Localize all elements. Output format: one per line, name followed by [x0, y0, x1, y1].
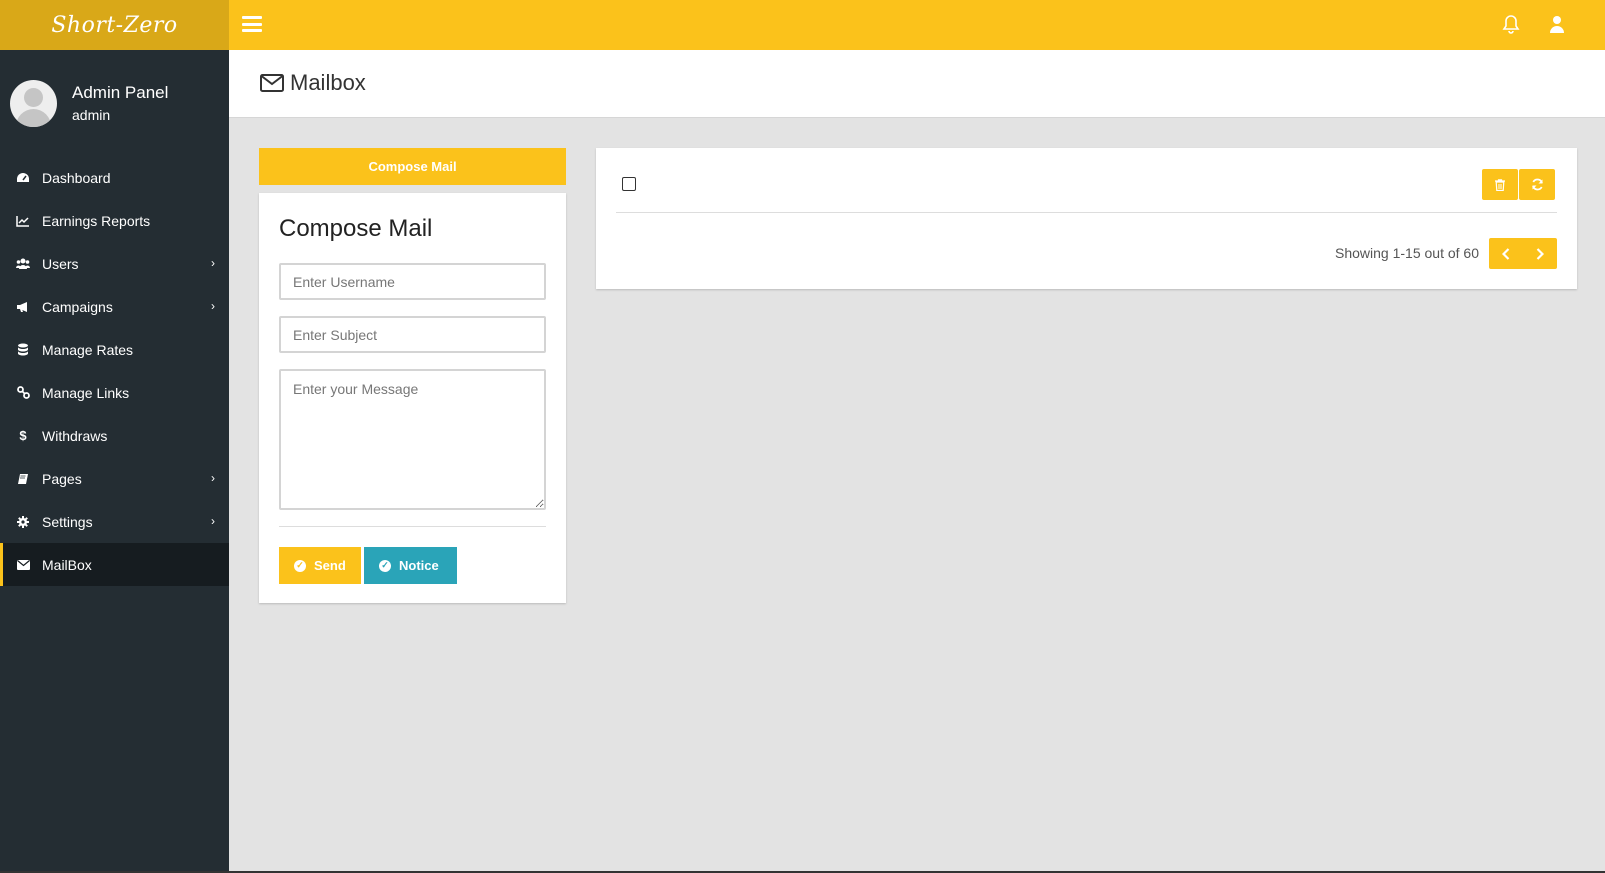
- sidebar-item-withdraws[interactable]: $ Withdraws: [0, 414, 229, 457]
- sidebar-menu: Dashboard Earnings Reports Users › Campa…: [0, 156, 229, 586]
- top-bar: [229, 0, 1605, 50]
- chevron-right-icon: ›: [211, 471, 215, 485]
- message-textarea[interactable]: [279, 369, 546, 510]
- chevron-right-icon: ›: [211, 256, 215, 270]
- sidebar-item-label: Earnings Reports: [42, 212, 151, 229]
- dashboard-icon: [16, 171, 30, 185]
- sidebar-item-earnings-reports[interactable]: Earnings Reports: [0, 199, 229, 242]
- select-all-checkbox[interactable]: [622, 177, 636, 191]
- user-role: admin: [72, 107, 111, 123]
- chevron-right-icon: ›: [211, 514, 215, 528]
- subject-input[interactable]: [279, 316, 546, 353]
- pagination-status: Showing 1-15 out of 60: [1335, 245, 1479, 261]
- sidebar-item-mailbox[interactable]: MailBox: [0, 543, 229, 586]
- sidebar-item-label: Campaigns: [42, 298, 113, 315]
- dollar-icon: $: [19, 428, 27, 443]
- check-circle-icon: ✓: [379, 559, 391, 572]
- brand-name: Short-Zero: [51, 12, 178, 38]
- envelope-outline-icon: [260, 74, 284, 92]
- page-title-text: Mailbox: [290, 70, 366, 95]
- compose-heading: Compose Mail: [279, 215, 433, 242]
- brand-logo[interactable]: Short-Zero: [0, 0, 229, 50]
- envelope-icon: [16, 558, 30, 572]
- notice-button[interactable]: ✓ Notice: [364, 547, 457, 584]
- users-icon: [16, 257, 30, 271]
- sidebar-item-label: Withdraws: [42, 427, 108, 444]
- sidebar-item-campaigns[interactable]: Campaigns ›: [0, 285, 229, 328]
- divider: [279, 526, 546, 527]
- trash-icon: [1495, 178, 1505, 191]
- sidebar-item-users[interactable]: Users ›: [0, 242, 229, 285]
- sidebar: Short-Zero Admin Panel admin Dashboard E…: [0, 0, 229, 873]
- sidebar-item-label: Settings: [42, 513, 93, 530]
- username-input[interactable]: [279, 263, 546, 300]
- line-chart-icon: [16, 214, 30, 228]
- sidebar-item-pages[interactable]: Pages ›: [0, 457, 229, 500]
- refresh-icon: [1531, 178, 1543, 191]
- chevron-right-icon: [1536, 247, 1544, 260]
- user-icon[interactable]: [1549, 15, 1565, 38]
- avatar: [10, 79, 57, 127]
- sidebar-item-manage-rates[interactable]: Manage Rates: [0, 328, 229, 371]
- hamburger-menu-icon[interactable]: [242, 16, 262, 32]
- user-name: Admin Panel: [72, 83, 169, 102]
- send-button[interactable]: ✓ Send: [279, 547, 361, 584]
- mail-list-panel: Showing 1-15 out of 60: [596, 148, 1577, 289]
- database-icon: [16, 343, 30, 357]
- gear-icon: [16, 515, 30, 529]
- notice-label: Notice: [399, 558, 439, 573]
- send-label: Send: [314, 558, 346, 573]
- sidebar-item-label: Users: [42, 255, 79, 272]
- previous-page-button[interactable]: [1489, 238, 1523, 269]
- link-icon: [16, 386, 30, 400]
- compose-mail-button[interactable]: Compose Mail: [259, 148, 566, 185]
- sidebar-item-dashboard[interactable]: Dashboard: [0, 156, 229, 199]
- sidebar-item-label: Pages: [42, 470, 82, 487]
- check-circle-icon: ✓: [294, 559, 306, 572]
- page-header: Mailbox: [229, 50, 1605, 118]
- divider: [616, 212, 1557, 213]
- user-panel: Admin Panel admin: [0, 50, 229, 156]
- refresh-button[interactable]: [1519, 169, 1555, 200]
- sidebar-item-label: Dashboard: [42, 169, 111, 186]
- chevron-right-icon: ›: [211, 299, 215, 313]
- sidebar-item-label: Manage Links: [42, 384, 130, 401]
- book-icon: [16, 472, 30, 486]
- page-title: Mailbox: [260, 70, 366, 96]
- bell-icon[interactable]: [1502, 14, 1520, 39]
- sidebar-item-label: MailBox: [42, 556, 92, 573]
- pagination-controls: [1489, 238, 1557, 269]
- sidebar-item-settings[interactable]: Settings ›: [0, 500, 229, 543]
- delete-button[interactable]: [1482, 169, 1518, 200]
- sidebar-item-manage-links[interactable]: Manage Links: [0, 371, 229, 414]
- bullhorn-icon: [16, 300, 30, 314]
- next-page-button[interactable]: [1523, 238, 1557, 269]
- sidebar-item-label: Manage Rates: [42, 341, 134, 358]
- compose-card: Compose Mail ✓ Send ✓ Notice: [259, 193, 566, 603]
- chevron-left-icon: [1502, 247, 1510, 260]
